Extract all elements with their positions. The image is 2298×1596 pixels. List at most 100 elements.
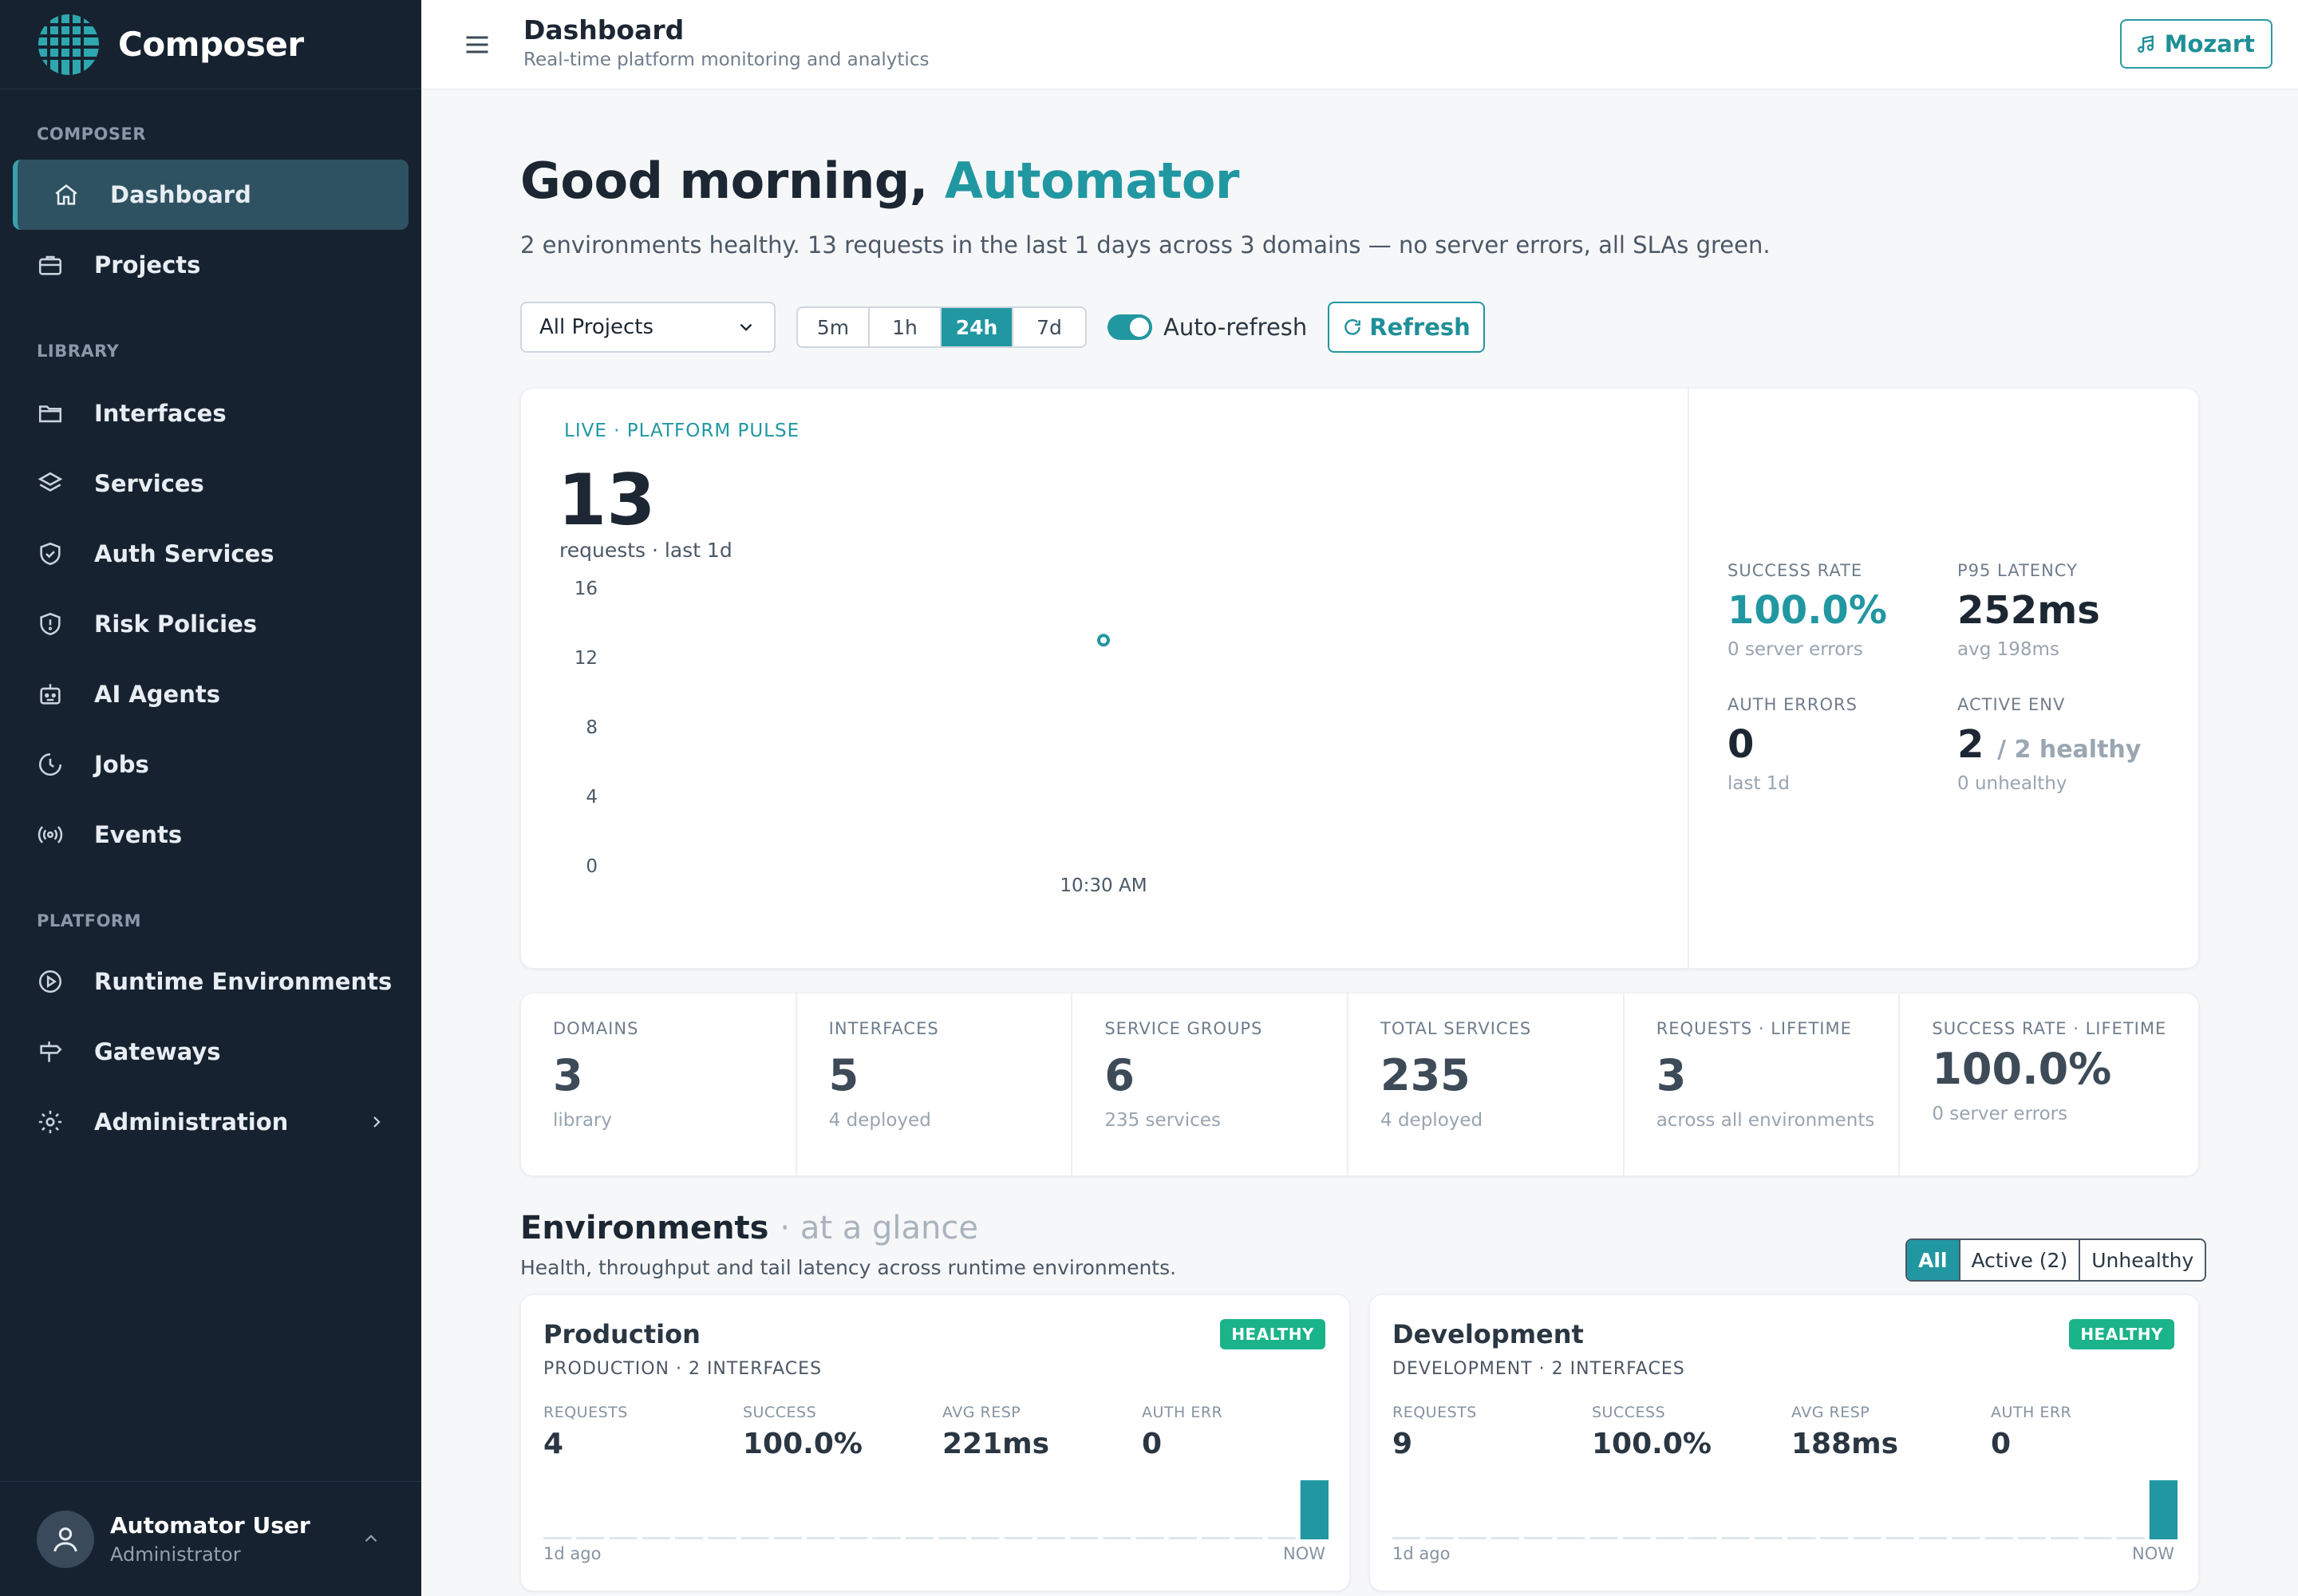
status-badge: HEALTHY bbox=[1220, 1319, 1325, 1349]
avatar bbox=[37, 1510, 94, 1568]
sparkline-end-label: NOW bbox=[1282, 1544, 1325, 1563]
sidebar-item-ai-agents[interactable]: AI Agents bbox=[13, 659, 409, 729]
sidebar-item-dashboard[interactable]: Dashboard bbox=[13, 160, 409, 230]
env-stat-auth-err: AUTH ERR 0 bbox=[1142, 1404, 1222, 1460]
stat-note: 0 unhealthy bbox=[1957, 773, 2067, 794]
card-divider bbox=[1688, 389, 1689, 970]
environment-sparkline bbox=[1392, 1480, 2178, 1539]
project-select[interactable]: All Projects bbox=[520, 302, 776, 353]
layers-icon bbox=[37, 470, 64, 497]
metric-domains[interactable]: DOMAINS 3 library bbox=[521, 994, 797, 1175]
env-stat-label: REQUESTS bbox=[543, 1404, 628, 1421]
hamburger-menu-icon[interactable] bbox=[463, 30, 492, 59]
env-stat-label: AVG RESP bbox=[942, 1404, 1021, 1421]
sidebar-item-events[interactable]: Events bbox=[13, 800, 409, 870]
sparkline-bar bbox=[1952, 1537, 1980, 1539]
stat-p95-latency: P95 LATENCY 252ms avg 198ms bbox=[1957, 561, 2100, 660]
env-stat-value: 0 bbox=[1991, 1428, 2012, 1460]
env-stat-requests: REQUESTS 4 bbox=[543, 1404, 628, 1460]
refresh-icon bbox=[1344, 319, 1361, 335]
stat-value: 252ms bbox=[1957, 588, 2100, 633]
sidebar-item-jobs[interactable]: Jobs bbox=[13, 729, 409, 800]
sparkline-start-label: 1d ago bbox=[543, 1544, 602, 1563]
sparkline-bar bbox=[2017, 1537, 2046, 1539]
metric-label: TOTAL SERVICES bbox=[1380, 1019, 1532, 1038]
stat-label: ACTIVE ENV bbox=[1957, 695, 2066, 714]
sidebar-item-risk-policies[interactable]: Risk Policies bbox=[13, 589, 409, 659]
mozart-button[interactable]: Mozart bbox=[2119, 19, 2272, 69]
environment-meta: DEVELOPMENT · 2 INTERFACES bbox=[1392, 1359, 1685, 1379]
sparkline-bar bbox=[1491, 1537, 1519, 1539]
environment-card-production[interactable]: Production PRODUCTION · 2 INTERFACES HEA… bbox=[520, 1294, 1350, 1591]
range-7d[interactable]: 7d bbox=[1013, 308, 1085, 346]
sparkline-bar bbox=[839, 1537, 868, 1539]
platform-pulse-card: LIVE · PLATFORM PULSE 13 requests · last… bbox=[520, 388, 2199, 970]
stat-label: AUTH ERRORS bbox=[1727, 695, 1858, 714]
metric-note: 235 services bbox=[1104, 1110, 1221, 1131]
chevron-down-icon bbox=[740, 323, 752, 331]
sidebar-item-runtime-environments[interactable]: Runtime Environments bbox=[13, 946, 409, 1017]
environment-filter: All Active (2) Unhealthy bbox=[1905, 1238, 2207, 1282]
sparkline-bar bbox=[1234, 1537, 1263, 1539]
stat-value-suffix: / 2 healthy bbox=[1997, 736, 2142, 764]
sidebar-item-label: Runtime Environments bbox=[94, 968, 393, 995]
metric-label: SUCCESS RATE · LIFETIME bbox=[1932, 1019, 2167, 1038]
refresh-button-label: Refresh bbox=[1369, 314, 1471, 341]
sparkline-bar bbox=[938, 1537, 967, 1539]
metric-requests-lifetime[interactable]: REQUESTS · LIFETIME 3 across all environ… bbox=[1625, 994, 1901, 1175]
env-stat-label: SUCCESS bbox=[743, 1404, 817, 1421]
sparkline-bar bbox=[1135, 1537, 1164, 1539]
gear-icon bbox=[37, 1108, 64, 1136]
sparkline-start-label: 1d ago bbox=[1392, 1544, 1451, 1563]
refresh-button[interactable]: Refresh bbox=[1328, 302, 1485, 353]
sparkline-bar bbox=[1300, 1480, 1329, 1539]
filter-all[interactable]: All bbox=[1907, 1240, 1960, 1280]
environment-meta: PRODUCTION · 2 INTERFACES bbox=[543, 1359, 823, 1379]
env-stat-avg-resp: AVG RESP 221ms bbox=[942, 1404, 1049, 1460]
range-24h[interactable]: 24h bbox=[942, 308, 1013, 346]
metric-success-rate-lifetime[interactable]: SUCCESS RATE · LIFETIME 100.0% 0 server … bbox=[1900, 994, 2198, 1175]
project-select-value: All Projects bbox=[539, 315, 653, 339]
brand-name: Composer bbox=[118, 25, 304, 64]
auto-refresh-label: Auto-refresh bbox=[1163, 314, 1308, 341]
env-stat-label: AUTH ERR bbox=[1991, 1404, 2072, 1421]
auto-refresh-toggle[interactable] bbox=[1108, 314, 1152, 340]
env-stat-label: AVG RESP bbox=[1791, 1404, 1870, 1421]
sidebar-item-label: Risk Policies bbox=[94, 610, 258, 638]
env-stat-value: 0 bbox=[1142, 1428, 1163, 1460]
music-note-icon bbox=[2137, 35, 2154, 53]
stat-auth-errors: AUTH ERRORS 0 last 1d bbox=[1727, 695, 1858, 794]
metric-interfaces[interactable]: INTERFACES 5 4 deployed bbox=[797, 994, 1073, 1175]
status-badge: HEALTHY bbox=[2069, 1319, 2174, 1349]
sidebar-item-label: Projects bbox=[94, 251, 201, 279]
sparkline-bar bbox=[1688, 1537, 1717, 1539]
metric-note: across all environments bbox=[1656, 1110, 1875, 1131]
sparkline-bar bbox=[1820, 1537, 1849, 1539]
sidebar-item-projects[interactable]: Projects bbox=[13, 230, 409, 300]
user-menu[interactable]: Automator User Administrator bbox=[0, 1481, 421, 1596]
sidebar-item-administration[interactable]: Administration bbox=[13, 1087, 409, 1157]
sidebar-item-auth-services[interactable]: Auth Services bbox=[13, 519, 409, 589]
environment-card-development[interactable]: Development DEVELOPMENT · 2 INTERFACES H… bbox=[1369, 1294, 2199, 1591]
filter-active[interactable]: Active (2) bbox=[1960, 1240, 2081, 1280]
metric-total-services[interactable]: TOTAL SERVICES 235 4 deployed bbox=[1348, 994, 1625, 1175]
sparkline-bar bbox=[807, 1537, 835, 1539]
page-subtitle: Real-time platform monitoring and analyt… bbox=[523, 49, 930, 70]
metric-value: 6 bbox=[1104, 1050, 1135, 1100]
sidebar-item-interfaces[interactable]: Interfaces bbox=[13, 378, 409, 448]
sidebar-item-services[interactable]: Services bbox=[13, 448, 409, 519]
stat-success-rate: SUCCESS RATE 100.0% 0 server errors bbox=[1727, 561, 1887, 660]
sparkline-bar bbox=[1103, 1537, 1131, 1539]
range-5m[interactable]: 5m bbox=[798, 308, 870, 346]
y-tick-label: 8 bbox=[586, 717, 598, 738]
sidebar-item-gateways[interactable]: Gateways bbox=[13, 1017, 409, 1087]
env-stat-avg-resp: AVG RESP 188ms bbox=[1791, 1404, 1898, 1460]
metric-service-groups[interactable]: SERVICE GROUPS 6 235 services bbox=[1072, 994, 1349, 1175]
nav-section-library: LIBRARY bbox=[37, 342, 120, 361]
data-point[interactable] bbox=[1097, 634, 1110, 647]
filter-unhealthy[interactable]: Unhealthy bbox=[2080, 1240, 2205, 1280]
range-1h[interactable]: 1h bbox=[870, 308, 942, 346]
page-title: Dashboard bbox=[523, 14, 685, 45]
shield-alert-icon bbox=[37, 610, 64, 638]
brand[interactable]: Composer bbox=[0, 0, 421, 89]
